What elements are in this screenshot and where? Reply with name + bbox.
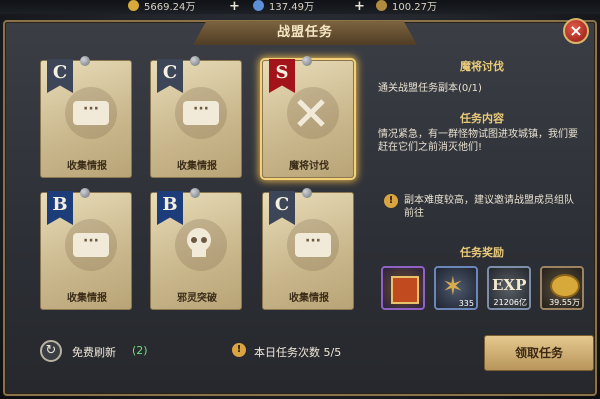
reward-count: 21206亿 bbox=[493, 298, 527, 307]
crossed-swords-icon bbox=[297, 99, 325, 127]
pin-icon bbox=[190, 56, 200, 66]
task-card-2[interactable]: C ··· 收集情报 bbox=[150, 56, 242, 178]
refresh-count: (2) bbox=[132, 344, 148, 357]
grade-flag: B bbox=[47, 191, 73, 225]
skull-icon bbox=[187, 228, 211, 257]
close-icon: × bbox=[569, 21, 583, 40]
task-label: 收集情报 bbox=[177, 161, 217, 172]
reward-count: 39.55万 bbox=[549, 298, 580, 307]
refresh-icon: ↻ bbox=[45, 343, 57, 358]
pin-icon bbox=[302, 188, 312, 198]
task-label: 魔将讨伐 bbox=[289, 161, 329, 172]
pin-icon bbox=[302, 56, 312, 66]
task-label: 收集情报 bbox=[289, 293, 329, 304]
medal-resource: 100.27万 bbox=[376, 0, 437, 13]
reward-exp[interactable]: EXP 21206亿 bbox=[487, 266, 531, 310]
grade-flag: C bbox=[47, 59, 73, 93]
add-crystal-icon[interactable]: + bbox=[354, 0, 365, 13]
crystal-resource: 137.49万 bbox=[253, 0, 314, 13]
gold-coin-icon bbox=[128, 0, 139, 11]
task-label: 收集情报 bbox=[67, 161, 107, 172]
task-card-5[interactable]: B 邪灵突破 bbox=[150, 188, 242, 310]
star-medal-icon: ✶ bbox=[442, 272, 464, 302]
chat-bubble-icon: ··· bbox=[295, 233, 331, 257]
claim-task-button[interactable]: 领取任务 bbox=[484, 335, 594, 371]
warning-icon: ! bbox=[384, 194, 398, 208]
grade-flag: S bbox=[269, 59, 295, 93]
window-title: 战盟任务 bbox=[193, 21, 417, 45]
pin-icon bbox=[80, 56, 90, 66]
gold-resource: 5669.24万 bbox=[128, 0, 195, 13]
difficulty-warning: 副本难度较高，建议邀请战盟成员组队前往 bbox=[404, 195, 574, 219]
task-card-1[interactable]: C ··· 收集情报 bbox=[40, 56, 132, 178]
grade-flag: C bbox=[157, 59, 183, 93]
reward-medal[interactable]: ✶ 335 bbox=[434, 266, 478, 310]
reward-count: 335 bbox=[458, 299, 474, 308]
refresh-label: 免费刷新 bbox=[72, 346, 116, 359]
resource-bar: 5669.24万 + 137.49万 + 100.27万 bbox=[0, 0, 600, 14]
chat-bubble-icon: ··· bbox=[73, 233, 109, 257]
grade-flag: B bbox=[157, 191, 183, 225]
content-heading: 任务内容 bbox=[460, 112, 504, 125]
chat-bubble-icon: ··· bbox=[183, 101, 219, 125]
add-gold-icon[interactable]: + bbox=[229, 0, 240, 13]
reward-gift[interactable] bbox=[381, 266, 425, 310]
gift-box-icon bbox=[391, 276, 419, 304]
task-content: 情况紧急，有一群怪物试图进攻城镇，我们要赶在它们之前消灭他们! bbox=[378, 129, 578, 153]
task-name: 魔将讨伐 bbox=[460, 60, 504, 73]
chat-bubble-icon: ··· bbox=[73, 101, 109, 125]
refresh-button[interactable]: ↻ bbox=[40, 340, 62, 362]
reward-gold[interactable]: 39.55万 bbox=[540, 266, 584, 310]
task-card-4[interactable]: B ··· 收集情报 bbox=[40, 188, 132, 310]
pin-icon bbox=[190, 188, 200, 198]
task-card-grid: C ··· 收集情报 C ··· 收集情报 S 魔将讨伐 B ··· 收集情报 … bbox=[30, 52, 370, 327]
grade-flag: C bbox=[269, 191, 295, 225]
rewards-heading: 任务奖励 bbox=[460, 246, 504, 259]
exp-icon: EXP bbox=[492, 276, 527, 294]
star-medal-icon bbox=[376, 0, 387, 11]
task-label: 收集情报 bbox=[67, 293, 107, 304]
close-button[interactable]: × bbox=[563, 18, 589, 44]
pin-icon bbox=[80, 188, 90, 198]
daily-task-count: 本日任务次数 5/5 bbox=[254, 346, 342, 359]
task-label: 邪灵突破 bbox=[177, 293, 217, 304]
task-objective: 通关战盟任务副本(0/1) bbox=[378, 83, 482, 94]
blue-crystal-icon bbox=[253, 0, 264, 11]
task-card-6[interactable]: C ··· 收集情报 bbox=[262, 188, 354, 310]
task-card-3[interactable]: S 魔将讨伐 bbox=[262, 56, 354, 178]
gold-coin-icon bbox=[550, 274, 580, 298]
info-icon: ! bbox=[232, 343, 246, 357]
